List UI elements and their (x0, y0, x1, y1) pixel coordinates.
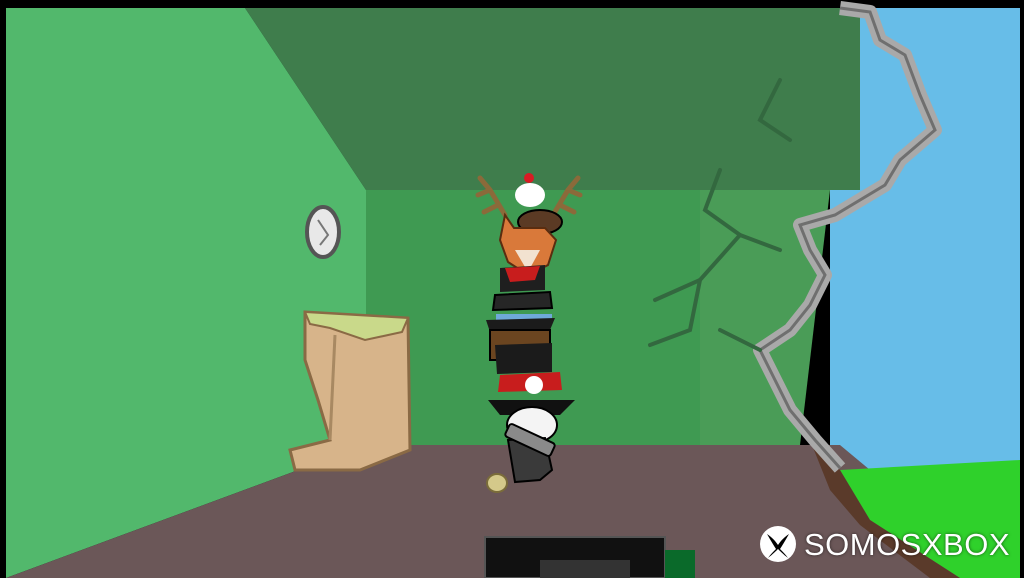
wall-clock (305, 205, 341, 259)
bomb-shadow (486, 473, 508, 493)
watermark-text: SOMOSXBOX (803, 526, 1010, 562)
cream (515, 183, 545, 207)
skull-icon (525, 376, 543, 394)
game-viewport[interactable]: SOMOSXBOX (0, 0, 1024, 578)
hat-2 (491, 290, 554, 312)
watermark: SOMOSXBOX (758, 524, 1010, 564)
cherry (524, 173, 534, 183)
floor-crate (484, 536, 695, 578)
game-scene (0, 0, 1024, 578)
hat-4 (495, 343, 552, 374)
xbox-logo-icon (759, 526, 796, 562)
hat-1-band (505, 266, 540, 282)
